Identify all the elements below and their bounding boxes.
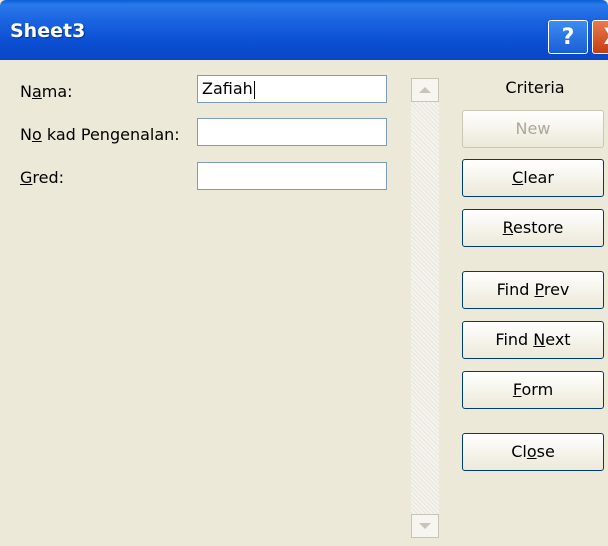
- form-button[interactable]: Form: [462, 371, 604, 409]
- new-button[interactable]: New: [462, 110, 604, 148]
- close-button[interactable]: Close: [462, 433, 604, 471]
- clear-button[interactable]: Clear: [462, 159, 604, 197]
- find-prev-button[interactable]: Find Prev: [462, 271, 604, 309]
- help-icon: ?: [561, 24, 575, 50]
- excel-data-form-dialog: Sheet3 ? X Nama: Zafiah No kad Pengenala…: [0, 0, 608, 546]
- close-window-button[interactable]: X: [592, 20, 608, 54]
- nama-input[interactable]: Zafiah: [197, 75, 387, 103]
- criteria-label: Criteria: [505, 78, 565, 97]
- field-label-no-kad-pengenalan: No kad Pengenalan:: [20, 125, 180, 144]
- title-bar[interactable]: Sheet3 ? X: [0, 0, 608, 60]
- scroll-up-arrow-icon: [419, 87, 431, 93]
- scroll-down-button[interactable]: [411, 514, 439, 538]
- no-kad-pengenalan-input[interactable]: [197, 118, 387, 146]
- help-button[interactable]: ?: [548, 20, 588, 54]
- field-label-gred: Gred:: [20, 168, 65, 187]
- record-scrollbar[interactable]: [411, 78, 439, 538]
- field-label-nama: Nama:: [20, 82, 73, 101]
- scroll-down-arrow-icon: [419, 523, 431, 529]
- find-next-button[interactable]: Find Next: [462, 321, 604, 359]
- gred-input[interactable]: [197, 162, 387, 190]
- scroll-up-button[interactable]: [411, 78, 439, 102]
- window-title: Sheet3: [10, 20, 86, 42]
- text-caret: [253, 80, 255, 99]
- close-icon: X: [604, 25, 608, 50]
- restore-button[interactable]: Restore: [462, 209, 604, 247]
